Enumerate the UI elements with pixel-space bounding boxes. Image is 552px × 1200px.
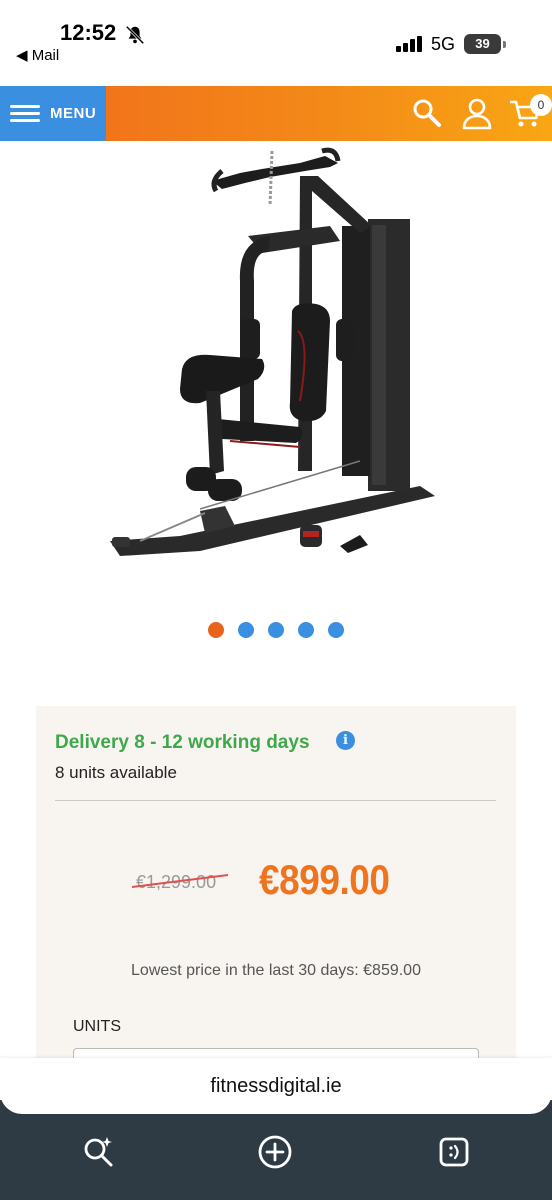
url-text: fitnessdigital.ie — [210, 1074, 342, 1097]
signal-icon — [396, 36, 422, 52]
bell-off-icon — [125, 25, 145, 45]
divider — [55, 800, 496, 801]
strikethrough-mark — [132, 874, 228, 888]
hamburger-icon — [10, 104, 40, 123]
lowest-price-note: Lowest price in the last 30 days: €859.0… — [131, 962, 421, 979]
cart-count-badge: 0 — [530, 94, 552, 116]
search-icon[interactable] — [410, 96, 444, 130]
menu-label: MENU — [50, 105, 97, 122]
address-bar[interactable]: fitnessdigital.ie — [0, 1058, 552, 1114]
site-header: MENU — [0, 86, 552, 141]
status-bar: 12:52 ◀ Mail 5G 39 — [0, 0, 552, 86]
stock-availability: 8 units available — [55, 763, 177, 782]
units-label: UNITS — [73, 1018, 121, 1035]
back-to-mail-link[interactable]: ◀ Mail — [16, 46, 59, 64]
purchase-info-card: Delivery 8 - 12 working days i 8 units a… — [36, 706, 516, 1078]
carousel-dots — [0, 622, 552, 638]
battery-icon: 39 — [464, 34, 506, 54]
carousel-dot-1[interactable] — [208, 622, 224, 638]
tabs-icon[interactable] — [436, 1134, 472, 1170]
status-time: 12:52 — [60, 20, 117, 45]
carousel-dot-5[interactable] — [328, 622, 344, 638]
menu-button[interactable]: MENU — [0, 86, 106, 141]
battery-level: 39 — [464, 34, 501, 54]
product-image[interactable] — [0, 141, 552, 601]
info-icon[interactable]: i — [336, 731, 355, 750]
user-icon[interactable] — [460, 96, 494, 130]
current-price: €899.00 — [259, 856, 390, 903]
carousel-dot-2[interactable] — [238, 622, 254, 638]
plus-circle-icon[interactable] — [257, 1134, 293, 1170]
carousel-dot-3[interactable] — [268, 622, 284, 638]
visual-search-icon[interactable] — [80, 1134, 116, 1170]
network-type: 5G — [431, 34, 456, 54]
carousel-dot-4[interactable] — [298, 622, 314, 638]
delivery-time: Delivery 8 - 12 working days — [55, 732, 310, 753]
